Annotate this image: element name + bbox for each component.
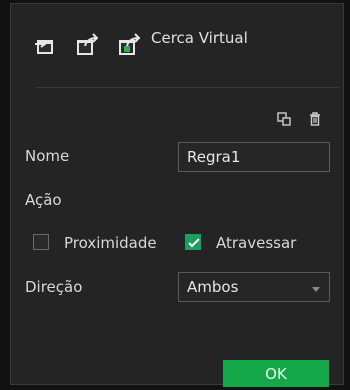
cross-label: Atravessar [216,234,297,252]
virtual-fence-panel: Cerca Virtual Nome Regra1 Ação Proximida… [10,3,344,387]
proximity-checkbox[interactable] [33,234,49,250]
cross-checkbox[interactable] [185,234,201,250]
copy-icon[interactable] [276,111,292,127]
divider [36,87,339,88]
direction-select-value: Ambos [187,278,239,296]
chevron-down-icon [312,287,320,292]
export-icon[interactable] [73,32,101,58]
action-label: Ação [25,191,62,209]
export-green-icon[interactable] [115,32,145,58]
import-icon[interactable] [31,32,57,58]
direction-label: Direção [25,278,83,296]
checkmark-icon [188,238,200,248]
name-label: Nome [25,147,70,165]
delete-icon[interactable] [307,111,323,127]
name-input[interactable]: Regra1 [178,142,330,172]
ok-button[interactable]: OK [223,360,329,387]
proximity-label: Proximidade [64,234,157,252]
direction-select[interactable]: Ambos [178,272,330,302]
page-title: Cerca Virtual [151,29,248,47]
